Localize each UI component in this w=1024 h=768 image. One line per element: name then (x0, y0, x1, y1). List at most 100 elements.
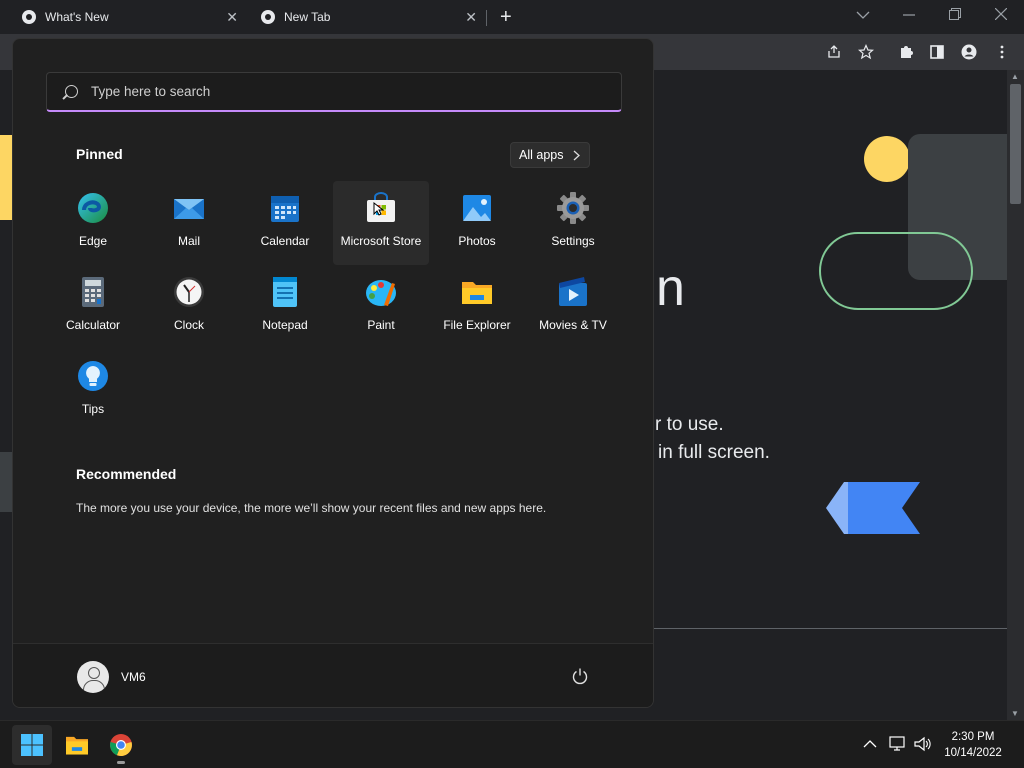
yellow-circle-illustration (864, 136, 910, 182)
start-search-box[interactable]: Type here to search (46, 72, 622, 112)
store-icon (367, 192, 395, 222)
paint-icon (366, 280, 396, 306)
app-label: Calculator (65, 318, 121, 332)
profile-icon[interactable] (961, 44, 977, 60)
photos-icon (463, 195, 491, 221)
search-placeholder: Type here to search (91, 84, 211, 99)
blue-tag-illustration (826, 482, 920, 534)
scrollbar-thumb[interactable] (1010, 84, 1021, 204)
power-icon[interactable] (571, 667, 589, 685)
tab-whats-new[interactable]: What's New ✕ (0, 0, 248, 34)
app-label: Clock (173, 318, 204, 332)
notepad-icon (273, 277, 297, 307)
app-label: Settings (551, 234, 595, 248)
edge-icon (78, 193, 108, 223)
start-menu: Type here to search Pinned All apps Edge… (12, 38, 654, 708)
app-label: Microsoft Store (340, 234, 422, 248)
page-text-line: in full screen. (658, 442, 770, 463)
page-text-line: r to use. (655, 414, 724, 435)
clock-time: 2:30 PM (951, 731, 995, 743)
movies-tv-icon (559, 277, 587, 306)
page-heading: n (656, 259, 685, 317)
recommended-empty-text: The more you use your device, the more w… (76, 501, 547, 515)
decorative-shape (0, 135, 12, 220)
tab-title: New Tab (284, 10, 331, 24)
pinned-heading: Pinned (76, 146, 123, 162)
page-scrollbar[interactable]: ▲ ▼ (1007, 70, 1024, 720)
app-label: Paint (367, 318, 395, 332)
restore-icon[interactable] (949, 8, 961, 20)
network-icon[interactable] (889, 736, 907, 752)
minimize-icon[interactable] (903, 14, 915, 16)
tab-divider (486, 10, 487, 26)
browser-tab-strip: What's New ✕ New Tab ✕ + (0, 0, 1024, 34)
recommended-heading: Recommended (76, 466, 177, 482)
close-tab-icon[interactable]: ✕ (465, 9, 477, 26)
app-label: Calendar (260, 234, 310, 248)
tab-title: What's New (45, 10, 109, 24)
running-app-indicator (117, 761, 125, 764)
side-panel-icon[interactable] (929, 44, 945, 60)
app-label: Tips (81, 402, 105, 416)
search-icon (65, 85, 78, 98)
clock-icon (174, 277, 204, 307)
start-menu-footer: VM6 (13, 643, 653, 707)
tab-search-chevron-icon[interactable] (856, 10, 870, 20)
scroll-down-icon[interactable]: ▼ (1011, 709, 1019, 718)
decorative-shape (0, 452, 12, 512)
share-icon[interactable] (826, 44, 842, 60)
app-label: File Explorer (443, 318, 511, 332)
all-apps-label: All apps (519, 148, 564, 162)
pinned-app-mail[interactable]: Mail (141, 181, 237, 265)
chrome-icon (110, 734, 132, 757)
divider (654, 628, 1007, 629)
folder-icon (66, 736, 88, 755)
tab-new-tab[interactable]: New Tab ✕ (239, 0, 487, 34)
app-label: Movies & TV (539, 318, 607, 332)
calendar-icon (271, 196, 299, 222)
user-name[interactable]: VM6 (121, 670, 146, 684)
pinned-app-photos[interactable]: Photos (429, 181, 525, 265)
taskbar: 2:30 PM 10/14/2022 (0, 720, 1024, 768)
app-label: Mail (177, 234, 200, 248)
pinned-app-file-explorer[interactable]: File Explorer (429, 265, 525, 349)
close-tab-icon[interactable]: ✕ (226, 9, 238, 26)
taskbar-clock[interactable]: 2:30 PM 10/14/2022 (938, 729, 1008, 761)
app-label: Edge (78, 234, 108, 248)
pinned-app-settings[interactable]: Settings (525, 181, 621, 265)
pinned-app-clock[interactable]: Clock (141, 265, 237, 349)
chrome-favicon-icon (22, 10, 36, 24)
taskbar-file-explorer[interactable] (57, 725, 97, 765)
pinned-app-movies-tv[interactable]: Movies & TV (525, 265, 621, 349)
mail-icon (174, 199, 204, 219)
file-explorer-icon (462, 282, 492, 304)
all-apps-button[interactable]: All apps (510, 142, 590, 168)
green-toggle-illustration (819, 232, 973, 310)
kebab-menu-icon[interactable] (994, 44, 1010, 60)
clock-date: 10/14/2022 (944, 747, 1002, 759)
pinned-app-edge[interactable]: Edge (45, 181, 141, 265)
windows-logo-icon (21, 734, 43, 756)
app-label: Photos (458, 234, 496, 248)
scroll-up-icon[interactable]: ▲ (1011, 72, 1019, 81)
close-window-icon[interactable] (995, 8, 1007, 20)
settings-icon (557, 192, 589, 224)
pinned-app-tips[interactable]: Tips (45, 349, 141, 433)
volume-icon[interactable] (914, 736, 932, 752)
pinned-app-microsoft-store[interactable]: Microsoft Store (333, 181, 429, 265)
extensions-icon[interactable] (898, 44, 914, 60)
taskbar-chrome[interactable] (101, 725, 141, 765)
pinned-app-notepad[interactable]: Notepad (237, 265, 333, 349)
calculator-icon (82, 277, 104, 307)
show-hidden-icons-chevron-icon[interactable] (863, 739, 877, 749)
pinned-app-calendar[interactable]: Calendar (237, 181, 333, 265)
pinned-app-calculator[interactable]: Calculator (45, 265, 141, 349)
chrome-favicon-icon (261, 10, 275, 24)
chevron-right-icon (574, 150, 581, 160)
new-tab-button[interactable]: + (500, 6, 512, 29)
start-button[interactable] (12, 725, 52, 765)
user-avatar[interactable] (77, 661, 109, 693)
pinned-app-paint[interactable]: Paint (333, 265, 429, 349)
bookmark-star-icon[interactable] (858, 44, 874, 60)
app-label: Notepad (262, 318, 308, 332)
